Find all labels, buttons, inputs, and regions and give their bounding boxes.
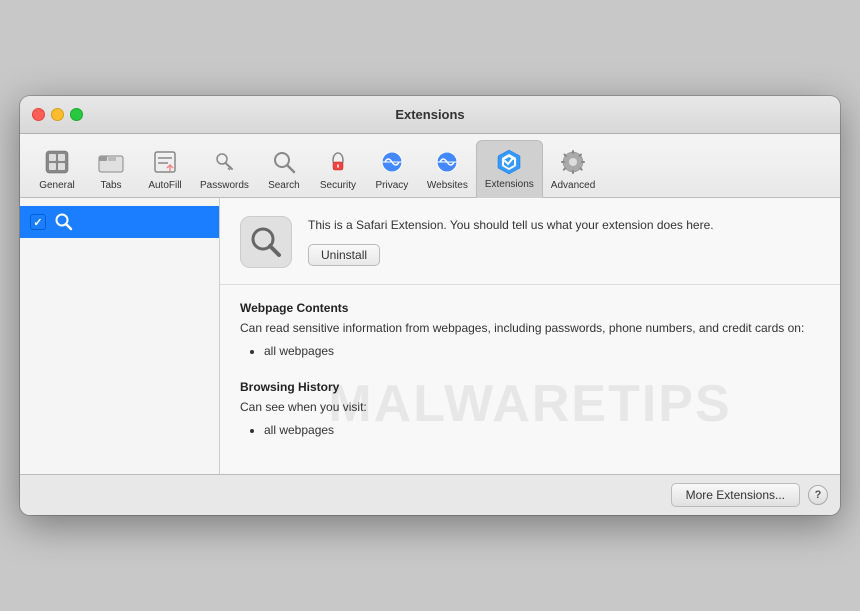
toolbar: General Tabs [20,134,840,198]
websites-icon [431,146,463,178]
webpage-contents-list: all webpages [240,341,820,361]
webpage-contents-title: Webpage Contents [240,301,820,315]
titlebar: Extensions [20,96,840,134]
tab-websites-label: Websites [427,180,468,191]
help-button[interactable]: ? [808,485,828,505]
tab-general-label: General [39,180,75,191]
tab-security-label: Security [320,180,356,191]
tab-passwords[interactable]: Passwords [192,142,257,197]
tab-autofill-label: AutoFill [148,180,181,191]
tab-websites[interactable]: Websites [419,142,476,197]
tab-autofill[interactable]: AutoFill [138,142,192,197]
close-button[interactable] [32,108,45,121]
more-extensions-button[interactable]: More Extensions... [671,483,800,507]
browsing-history-section: Browsing History Can see when you visit:… [240,380,820,440]
webpage-contents-section: Webpage Contents Can read sensitive info… [240,301,820,361]
tab-passwords-label: Passwords [200,180,249,191]
tab-search[interactable]: Search [257,142,311,197]
tabs-icon [95,146,127,178]
tab-search-label: Search [268,180,300,191]
extensions-icon [493,145,525,177]
traffic-lights [32,108,83,121]
webpage-contents-desc: Can read sensitive information from webp… [240,319,820,337]
content-area: MALWARETIPS This is a Safari Extension. … [20,198,840,474]
tab-advanced-label: Advanced [551,180,595,191]
window-title: Extensions [395,107,464,122]
extension-sidebar-icon [54,212,74,232]
uninstall-button[interactable]: Uninstall [308,244,380,266]
maximize-button[interactable] [70,108,83,121]
tab-extensions[interactable]: Extensions [476,140,543,198]
privacy-icon [376,146,408,178]
browsing-history-desc: Can see when you visit: [240,398,820,416]
tab-tabs-label: Tabs [100,180,121,191]
minimize-button[interactable] [51,108,64,121]
search-toolbar-icon [268,146,300,178]
advanced-icon [557,146,589,178]
list-item: all webpages [264,420,820,440]
permissions-section: Webpage Contents Can read sensitive info… [220,285,840,474]
tab-tabs[interactable]: Tabs [84,142,138,197]
tab-extensions-label: Extensions [485,179,534,190]
sidebar-item-search-ext[interactable] [20,206,219,238]
list-item: all webpages [264,341,820,361]
autofill-icon [149,146,181,178]
passwords-icon [208,146,240,178]
browsing-history-title: Browsing History [240,380,820,394]
tab-general[interactable]: General [30,142,84,197]
extension-checkbox[interactable] [30,214,46,230]
extension-info: This is a Safari Extension. You should t… [308,216,820,266]
extension-description: This is a Safari Extension. You should t… [308,216,820,234]
tab-security[interactable]: Security [311,142,365,197]
footer: More Extensions... ? [20,474,840,515]
general-icon [41,146,73,178]
tab-advanced[interactable]: Advanced [543,142,603,197]
safari-preferences-window: Extensions General [20,96,840,515]
extensions-sidebar [20,198,220,474]
tab-privacy[interactable]: Privacy [365,142,419,197]
browsing-history-list: all webpages [240,420,820,440]
extension-large-icon [240,216,292,268]
security-icon [322,146,354,178]
extension-detail-panel: MALWARETIPS This is a Safari Extension. … [220,198,840,474]
tab-privacy-label: Privacy [376,180,409,191]
extension-header: This is a Safari Extension. You should t… [220,198,840,285]
